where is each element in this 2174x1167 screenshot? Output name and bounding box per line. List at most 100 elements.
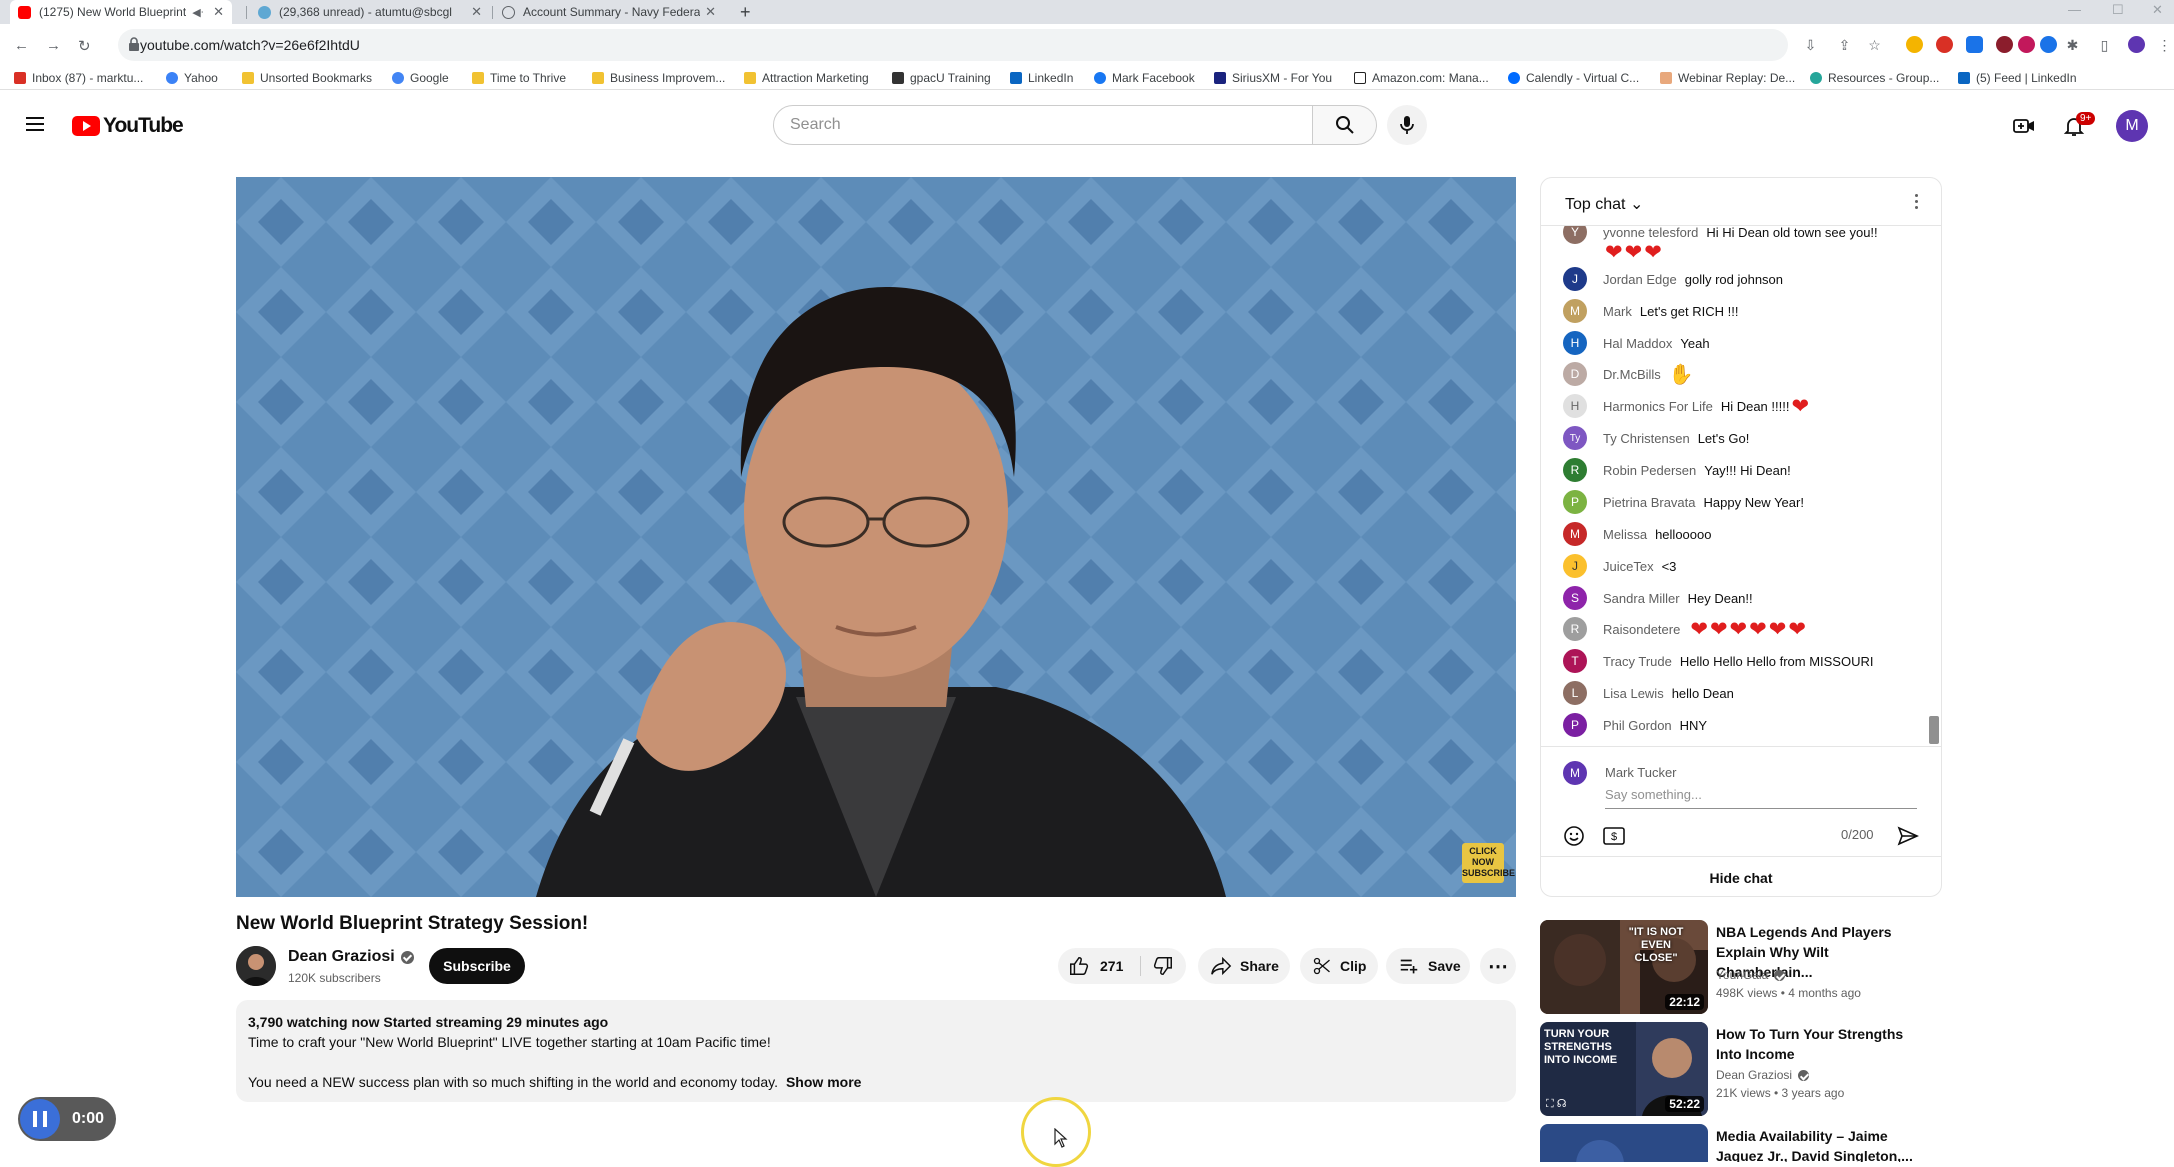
channel-name[interactable]: Dean Graziosi bbox=[1716, 1068, 1810, 1082]
video-thumbnail[interactable]: TURN YOUR STRENGTHS INTO INCOME ⛶ ☊ 52:2… bbox=[1540, 1022, 1708, 1116]
thumbs-up-icon bbox=[1070, 957, 1089, 975]
bookmark-item[interactable]: Amazon.com: Mana... bbox=[1354, 71, 1489, 85]
bookmark-item[interactable]: Unsorted Bookmarks bbox=[242, 71, 372, 85]
video-thumbnail[interactable]: "IT IS NOT EVEN CLOSE" 22:12 bbox=[1540, 920, 1708, 1014]
subscribe-button[interactable]: Subscribe bbox=[429, 948, 525, 984]
top-chat-dropdown[interactable]: Top chat ⌄ bbox=[1565, 194, 1643, 214]
chat-author: Robin Pedersen bbox=[1603, 462, 1697, 478]
bookmark-item[interactable]: (5) Feed | LinkedIn bbox=[1958, 71, 2077, 85]
recommended-video[interactable]: Media Availability – Jaime Jaquez Jr., D… bbox=[1540, 1124, 1942, 1162]
extension-icon[interactable] bbox=[1966, 36, 1983, 53]
video-thumbnail[interactable] bbox=[1540, 1124, 1708, 1162]
back-icon[interactable]: ← bbox=[14, 37, 29, 54]
video-player[interactable]: CLICK NOW SUBSCRIBE bbox=[236, 177, 1516, 897]
video-title[interactable]: Media Availability – Jaime Jaquez Jr., D… bbox=[1716, 1126, 1916, 1162]
video-title[interactable]: How To Turn Your Strengths Into Income bbox=[1716, 1024, 1916, 1064]
bookmark-item[interactable]: Resources - Group... bbox=[1810, 71, 1939, 85]
chat-text: <3 bbox=[1661, 558, 1677, 574]
send-icon[interactable] bbox=[1897, 825, 1919, 847]
minimize-icon[interactable]: — bbox=[2068, 2, 2081, 17]
install-icon[interactable]: ⇩ bbox=[1802, 37, 1819, 54]
chat-author: Hal Maddox bbox=[1603, 335, 1673, 351]
super-chat-dollar-icon[interactable]: $ bbox=[1603, 827, 1625, 845]
hide-chat-button[interactable]: Hide chat bbox=[1541, 856, 1941, 896]
recommended-video[interactable]: TURN YOUR STRENGTHS INTO INCOME ⛶ ☊ 52:2… bbox=[1540, 1022, 1942, 1118]
like-button[interactable]: 271 bbox=[1068, 955, 1123, 977]
chat-avatar: H bbox=[1563, 331, 1587, 355]
share-button[interactable]: Share bbox=[1198, 948, 1290, 984]
like-dislike-group: 271 bbox=[1058, 948, 1186, 984]
bookmark-star-icon[interactable]: ☆ bbox=[1866, 37, 1883, 54]
extension-icon[interactable] bbox=[1936, 36, 1953, 53]
bookmark-item[interactable]: Mark Facebook bbox=[1094, 71, 1195, 85]
share-page-icon[interactable]: ⇪ bbox=[1836, 37, 1853, 54]
channel-name[interactable]: YounGala bbox=[1716, 968, 1786, 982]
url-field[interactable]: youtube.com/watch?v=26e6f2IhtdU bbox=[118, 29, 1788, 61]
bookmark-item[interactable]: Yahoo bbox=[166, 71, 218, 85]
bookmark-item[interactable]: Calendly - Virtual C... bbox=[1508, 71, 1639, 85]
tab-title: (29,368 unread) - atumtu@sbcgl bbox=[279, 5, 452, 19]
pause-icon[interactable] bbox=[20, 1099, 60, 1139]
user-avatar: M bbox=[1563, 761, 1587, 785]
save-button[interactable]: Save bbox=[1386, 948, 1470, 984]
tab-navy-federal[interactable]: Account Summary - Navy Federa ✕ bbox=[494, 0, 724, 24]
voice-search-button[interactable] bbox=[1387, 105, 1427, 145]
puzzle-icon[interactable]: ✱ bbox=[2064, 37, 2081, 54]
video-title: New World Blueprint Strategy Session! bbox=[236, 913, 589, 934]
chat-text: Hello Hello Hello from MISSOURI bbox=[1679, 653, 1874, 669]
close-tab-icon[interactable]: ✕ bbox=[213, 4, 224, 20]
chat-message-input[interactable]: Say something... bbox=[1605, 787, 1917, 809]
menu-dots-icon[interactable]: ⋮ bbox=[2156, 37, 2173, 54]
bookmark-item[interactable]: Inbox (87) - marktu... bbox=[14, 71, 143, 85]
recording-control[interactable]: 0:00 bbox=[18, 1097, 116, 1141]
bookmark-item[interactable]: LinkedIn bbox=[1010, 71, 1073, 85]
chat-menu-icon[interactable] bbox=[1915, 194, 1919, 210]
bookmark-item[interactable]: gpacU Training bbox=[892, 71, 991, 85]
channel-name[interactable]: Dean Graziosi bbox=[288, 948, 414, 966]
close-tab-icon[interactable]: ✕ bbox=[705, 4, 716, 20]
extension-icon[interactable] bbox=[1906, 36, 1923, 53]
description-box[interactable]: 3,790 watching now Started streaming 29 … bbox=[236, 1000, 1516, 1102]
mute-icon[interactable]: ◀ᐧ bbox=[192, 6, 203, 19]
close-tab-icon[interactable]: ✕ bbox=[471, 4, 482, 20]
reload-icon[interactable]: ↻ bbox=[78, 37, 91, 55]
forward-icon[interactable]: → bbox=[46, 37, 61, 54]
close-window-icon[interactable]: ✕ bbox=[2152, 2, 2163, 18]
video-meta: 21K views • 3 years ago bbox=[1716, 1086, 1845, 1100]
maximize-icon[interactable]: ☐ bbox=[2112, 2, 2124, 18]
account-avatar[interactable]: M bbox=[2116, 110, 2148, 142]
bookmark-item[interactable]: Webinar Replay: De... bbox=[1660, 71, 1795, 85]
bookmark-item[interactable]: Attraction Marketing bbox=[744, 71, 869, 85]
chat-author: Sandra Miller bbox=[1603, 590, 1680, 606]
bookmark-item[interactable]: Google bbox=[392, 71, 449, 85]
create-video-icon[interactable] bbox=[2012, 114, 2036, 138]
linkedin-icon bbox=[1958, 72, 1970, 84]
bookmark-item[interactable]: SiriusXM - For You bbox=[1214, 71, 1332, 85]
emoji-icon[interactable] bbox=[1563, 825, 1585, 847]
tab-mail[interactable]: (29,368 unread) - atumtu@sbcgl ✕ bbox=[250, 0, 490, 24]
search-input[interactable]: Search bbox=[773, 105, 1313, 145]
chat-scrollbar[interactable] bbox=[1929, 716, 1939, 744]
sidebar-icon[interactable]: ▯ bbox=[2096, 37, 2113, 54]
youtube-logo[interactable]: YouTube bbox=[72, 114, 184, 138]
thumbs-down-icon[interactable] bbox=[1152, 955, 1174, 977]
bookmark-item[interactable]: Business Improvem... bbox=[592, 71, 725, 85]
bookmark-item[interactable]: Time to Thrive bbox=[472, 71, 566, 85]
more-actions-icon[interactable]: ⋯ bbox=[1480, 948, 1516, 984]
recommended-video[interactable]: "IT IS NOT EVEN CLOSE" 22:12 NBA Legends… bbox=[1540, 920, 1942, 1016]
new-tab-icon[interactable]: + bbox=[740, 2, 751, 23]
profile-icon[interactable] bbox=[2128, 36, 2145, 53]
channel-avatar[interactable] bbox=[236, 946, 276, 986]
clip-button[interactable]: Clip bbox=[1300, 948, 1378, 984]
extension-icon[interactable] bbox=[2040, 36, 2057, 53]
tab-youtube[interactable]: (1275) New World Blueprint ◀ᐧ ✕ bbox=[10, 0, 232, 24]
click-now-subscribe-badge[interactable]: CLICK NOW SUBSCRIBE bbox=[1462, 843, 1515, 883]
show-more-link[interactable]: Show more bbox=[786, 1074, 861, 1090]
chat-text: Hi Hi Dean old town see you!! bbox=[1706, 226, 1878, 240]
hamburger-menu-icon[interactable] bbox=[26, 117, 44, 131]
search-button[interactable] bbox=[1313, 105, 1377, 145]
extension-icon[interactable] bbox=[2018, 36, 2035, 53]
extension-icon[interactable] bbox=[1996, 36, 2013, 53]
chat-author: Dr.McBills bbox=[1603, 366, 1661, 382]
chat-text: hello Dean bbox=[1671, 685, 1734, 701]
